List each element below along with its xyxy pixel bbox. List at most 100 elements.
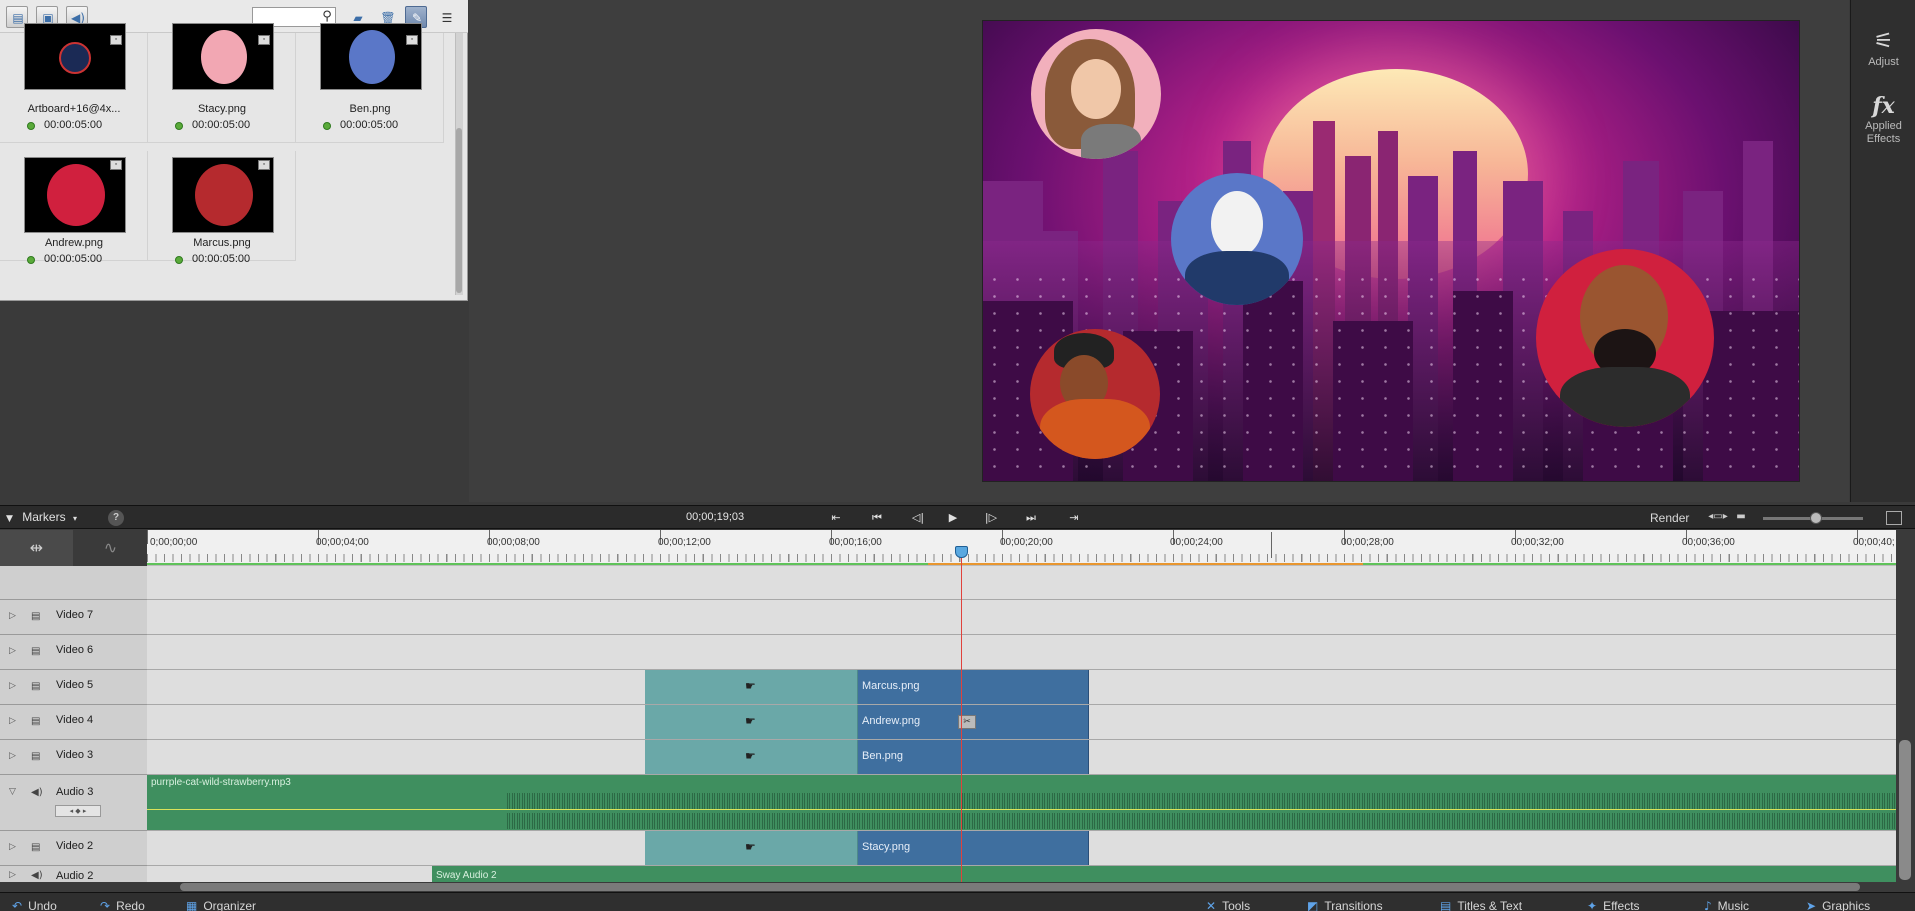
graphics-button[interactable]: ➤ Graphics: [1806, 893, 1870, 911]
expand-icon[interactable]: ▷: [9, 716, 21, 728]
track-video-4[interactable]: ☛ Andrew.png ✂: [147, 705, 1896, 740]
asset-item-artboard[interactable]: ▫ Artboard+16@4x... 00:00:05:00: [0, 23, 148, 143]
go-to-end-button[interactable]: ⇥: [1061, 509, 1087, 527]
current-timecode[interactable]: 00;00;19;03: [686, 511, 744, 523]
clip-stacy[interactable]: Stacy.png: [858, 831, 1089, 865]
step-forward-button[interactable]: |▷: [978, 509, 1004, 527]
track-view-button[interactable]: ⇹: [0, 530, 73, 566]
clip-andrew[interactable]: Andrew.png ✂: [858, 705, 1089, 739]
speaker-icon: ◀): [31, 787, 43, 798]
audio-view-button[interactable]: ∿: [74, 530, 147, 566]
ruler-label: 00;00;08;00: [487, 537, 540, 548]
track-header-video-7[interactable]: ▷ ▤ Video 7: [0, 600, 147, 635]
undo-button[interactable]: ↶ Undo: [12, 893, 57, 911]
track-video-2[interactable]: ☛ Stacy.png: [147, 831, 1896, 866]
zoom-in-icon[interactable]: [1886, 511, 1902, 525]
keyframe-stepper[interactable]: ◂ ◆ ▸: [55, 805, 101, 817]
effects-button[interactable]: ✦ Effects: [1587, 893, 1640, 911]
track-video-5[interactable]: ☛ Marcus.png: [147, 670, 1896, 705]
volume-line[interactable]: [147, 809, 1896, 810]
track-header-video-6[interactable]: ▷ ▤ Video 6: [0, 635, 147, 670]
asset-duration: 00:00:05:00: [44, 253, 103, 265]
track-header-video-4[interactable]: ▷ ▤ Video 4: [0, 705, 147, 740]
timeline-vertical-scroll-thumb[interactable]: [1899, 740, 1911, 880]
clip-marcus[interactable]: Marcus.png: [858, 670, 1089, 704]
track-audio-2[interactable]: Sway Audio 2: [147, 866, 1896, 882]
expand-icon[interactable]: ▷: [9, 751, 21, 763]
applied-effects-button[interactable]: fx Applied Effects: [1851, 92, 1915, 146]
track-header-audio-3[interactable]: ▽ ◀) Audio 3 ◂ ◆ ▸: [0, 775, 147, 831]
expand-icon[interactable]: ▷: [9, 646, 21, 658]
ruler-label: 00;00;24;00: [1170, 537, 1223, 548]
clip-audio-2[interactable]: Sway Audio 2: [432, 866, 1896, 882]
tools-label: Tools: [1222, 899, 1251, 911]
timeline-horizontal-scroll-thumb[interactable]: [180, 883, 1860, 891]
track-header-audio-2[interactable]: ▷ ◀) Audio 2: [0, 866, 147, 882]
waveform-left: [507, 793, 1896, 809]
track-name: Video 5: [56, 679, 94, 691]
render-button[interactable]: Render: [1650, 511, 1689, 525]
time-ruler[interactable]: 0;00;00;00 00;00;04;00 00;00;08;00 00;00…: [147, 530, 1896, 566]
expand-icon[interactable]: ▷: [9, 870, 21, 882]
clip-label: Stacy.png: [862, 841, 911, 853]
assets-scrollbar-thumb[interactable]: [456, 128, 462, 293]
timeline-drop-area[interactable]: [147, 566, 1896, 600]
asset-item-stacy[interactable]: ▫ Stacy.png 00:00:05:00: [148, 23, 296, 143]
project-assets-panel: ▤ ▣ ◀) ⚲ ▰ 🗑 ✎ ☰ ▫ Artboard+16@4x... 00:…: [0, 0, 468, 301]
gap-clip[interactable]: ☛: [645, 670, 858, 704]
track-header-video-2[interactable]: ▷ ▤ Video 2: [0, 831, 147, 866]
clip-ben[interactable]: Ben.png: [858, 740, 1089, 774]
transitions-label: Transitions: [1324, 899, 1383, 911]
tools-icon: ✕: [1206, 899, 1217, 911]
marcus-avatar: [1030, 329, 1160, 459]
track-header-video-5[interactable]: ▷ ▤ Video 5: [0, 670, 147, 705]
track-video-3[interactable]: ☛ Ben.png: [147, 740, 1896, 775]
gap-clip[interactable]: ☛: [645, 705, 858, 739]
film-icon: ▤: [31, 716, 41, 727]
timeline-toolbar: ▼ Markers ▾ ? 00;00;19;03 ⇤ ⏮ ◁| ▶ |▷ ⏭ …: [0, 505, 1915, 529]
asset-thumbnail: [320, 23, 422, 90]
undo-icon: ↶: [12, 899, 23, 911]
zoom-out-icon[interactable]: ▬: [1734, 511, 1748, 525]
adjust-button[interactable]: ⚟ Adjust: [1851, 28, 1915, 68]
track-video-7[interactable]: [147, 600, 1896, 635]
panel-menu-button[interactable]: ☰: [435, 6, 457, 28]
music-button[interactable]: ♪ Music: [1704, 893, 1749, 911]
expand-icon[interactable]: ▷: [9, 681, 21, 693]
step-back-button[interactable]: ◁|: [905, 509, 931, 527]
transitions-button[interactable]: ◩ Transitions: [1307, 893, 1383, 911]
previous-edit-button[interactable]: ⏮: [864, 509, 890, 527]
zoom-slider-handle[interactable]: [1810, 512, 1822, 524]
asset-item-marcus[interactable]: ▫ Marcus.png 00:00:05:00: [148, 151, 296, 265]
gap-clip[interactable]: ☛: [645, 831, 858, 865]
gap-clip[interactable]: ☛: [645, 740, 858, 774]
asset-type-badge: ▫: [110, 160, 122, 170]
track-video-6[interactable]: [147, 635, 1896, 670]
tools-button[interactable]: ✕ Tools: [1206, 893, 1250, 911]
go-to-start-button[interactable]: ⇤: [823, 509, 849, 527]
asset-item-ben[interactable]: ▫ Ben.png 00:00:05:00: [296, 23, 444, 143]
collapse-icon[interactable]: ▽: [9, 787, 21, 799]
app-window: ▤ ▣ ◀) ⚲ ▰ 🗑 ✎ ☰ ▫ Artboard+16@4x... 00:…: [0, 0, 1915, 911]
redo-button[interactable]: ↷ Redo: [100, 893, 145, 911]
expand-icon[interactable]: ▷: [9, 611, 21, 623]
zoom-fit-icon[interactable]: ◂▭▸: [1708, 511, 1728, 525]
next-edit-button[interactable]: ⏭: [1018, 509, 1044, 527]
play-button[interactable]: ▶: [940, 509, 966, 527]
panel-menu-icon: ☰: [441, 11, 453, 25]
expand-icon[interactable]: ▷: [9, 842, 21, 854]
undo-label: Undo: [28, 899, 57, 911]
playhead-line[interactable]: [961, 552, 962, 882]
markers-dropdown[interactable]: ▼ Markers ▾: [6, 510, 77, 526]
track-audio-3[interactable]: purrple-cat-wild-strawberry.mp3: [147, 775, 1896, 831]
playhead-handle[interactable]: [955, 546, 968, 558]
preview-frame[interactable]: [982, 20, 1800, 482]
asset-type-badge: ▫: [258, 160, 270, 170]
clip-audio-purrple-cat[interactable]: purrple-cat-wild-strawberry.mp3: [147, 775, 1896, 830]
timeline-tracks: ▷ ▤ Video 7 ▷ ▤ Video 6 ▷ ▤ Video 5 ☛ Ma…: [0, 566, 1896, 882]
help-icon[interactable]: ?: [108, 510, 124, 526]
titles-text-button[interactable]: ▤ Titles & Text: [1440, 893, 1522, 911]
asset-item-andrew[interactable]: ▫ Andrew.png 00:00:05:00: [0, 151, 148, 265]
track-header-video-3[interactable]: ▷ ▤ Video 3: [0, 740, 147, 775]
organizer-button[interactable]: ▦ Organizer: [186, 893, 256, 911]
